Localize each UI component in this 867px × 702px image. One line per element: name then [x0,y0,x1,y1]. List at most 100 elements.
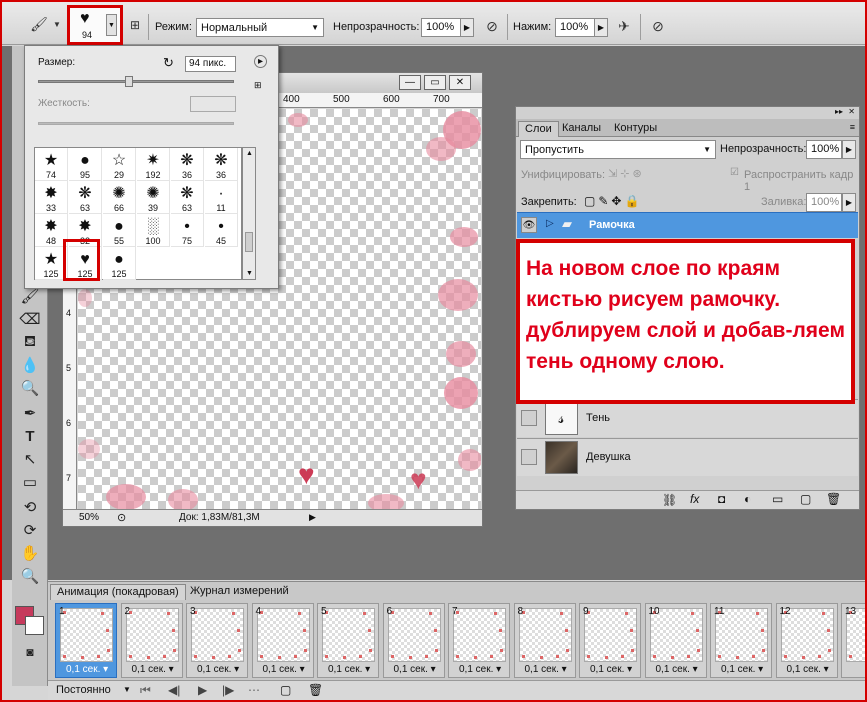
animation-frame[interactable]: 1 0,1 сек. ▾ [55,603,117,678]
opacity-input[interactable]: 100% [421,18,461,37]
dodge-icon[interactable]: 🔍 [18,378,42,398]
brush-preset[interactable]: ● 125 [103,247,136,280]
fill-input[interactable]: 100% [806,193,842,212]
group-expand-icon[interactable]: ▷ [546,218,554,229]
animation-frame[interactable]: 7 0,1 сек. ▾ [448,603,510,678]
brush-preset[interactable]: ● 55 [103,214,136,247]
mode-select[interactable]: Нормальный ▼ [196,18,324,37]
new-layer-icon[interactable]: ▢ [800,492,811,506]
paint-bucket-icon[interactable]: ⛾ [18,332,42,352]
frame-delay[interactable]: 0,1 сек. ▾ [66,664,108,675]
hardness-slider[interactable] [38,122,234,125]
rectangle-icon[interactable]: ▭ [18,472,42,492]
brush-preset[interactable]: ❋ 63 [171,181,204,214]
fill-arrow-icon[interactable]: ▶ [842,193,856,212]
new-preset-icon[interactable]: ⊞ [254,80,262,91]
pressure-size-icon[interactable]: ⊘ [647,15,669,37]
brush-grid-scrollbar[interactable]: ▲ ▼ [242,147,256,280]
brush-preset[interactable]: ❋ 36 [171,148,204,181]
maximize-icon[interactable]: ▭ [424,75,446,90]
brush-icon[interactable]: 🖌 [18,286,42,306]
unify-icons[interactable]: ⇲ ⊹ ⊛ [608,167,642,180]
brush-preset[interactable]: • 75 [171,214,204,247]
fx-icon[interactable]: fx [690,492,699,506]
chevron-down-icon[interactable]: ▼ [123,685,131,694]
size-input[interactable]: 94 пикс. [185,56,236,72]
tab-channels[interactable]: Каналы [556,121,607,137]
new-group-icon[interactable]: ▭ [772,492,783,506]
frame-delay[interactable]: 0,1 сек. ▾ [721,664,763,675]
layer-row-ten[interactable]: 𝓈 Тень [517,399,858,437]
brush-preset[interactable]: ✺ 39 [137,181,170,214]
next-frame-icon[interactable]: |▶ [222,683,234,697]
link-icon[interactable]: ⛓ [662,493,677,507]
animation-frame[interactable]: 13 [841,603,867,678]
status-arrow-icon[interactable]: ▶ [309,512,316,523]
animation-frame[interactable]: 5 0,1 сек. ▾ [317,603,379,678]
brush-preset[interactable]: ★ 74 [35,148,68,181]
brush-preset[interactable]: ❋ 63 [69,181,102,214]
brush-preset[interactable]: · 11 [205,181,238,214]
minimize-icon[interactable]: — [399,75,421,90]
animation-frame[interactable]: 6 0,1 сек. ▾ [382,603,445,678]
collapse-icon[interactable]: ▸▸ [835,107,843,116]
frame-delay[interactable]: 0,1 сек. ▾ [197,664,239,675]
adjustment-icon[interactable]: ◐ [744,492,751,506]
zoom-icon[interactable]: 🔍 [18,566,42,586]
close-icon[interactable]: ✕ [848,107,855,116]
layer-row-ramochka[interactable]: 👁 ▷ ▰ Рамочка [517,212,858,238]
tab-animation[interactable]: Анимация (покадровая) [50,584,186,600]
brush-preset[interactable]: ❋ 36 [205,148,238,181]
lock-icons[interactable]: ▢✎✥🔒 [584,194,642,208]
tween-icon[interactable]: ⋯ [248,683,260,697]
frame-delay[interactable]: 0,1 сек. ▾ [394,664,436,675]
quick-mask-icon[interactable]: ◙ [18,642,42,662]
frame-delay[interactable]: 0,1 сек. ▾ [132,664,174,675]
eye-icon[interactable] [521,449,537,465]
frame-delay[interactable]: 0,1 сек. ▾ [656,664,698,675]
animation-frame[interactable]: 2 0,1 сек. ▾ [120,603,183,678]
chevron-up-icon[interactable]: ▲ [246,150,253,157]
frame-delay[interactable]: 0,1 сек. ▾ [590,664,632,675]
animation-frame[interactable]: 4 0,1 сек. ▾ [251,603,314,678]
animation-frame[interactable]: 11 0,1 сек. ▾ [710,603,772,678]
opacity-arrow-icon[interactable]: ▶ [460,18,474,37]
frame-delay[interactable]: 0,1 сек. ▾ [328,664,370,675]
tab-paths[interactable]: Контуры [608,121,663,137]
frame-delay[interactable]: 0,1 сек. ▾ [263,664,305,675]
flow-input[interactable]: 100% [555,18,595,37]
frame-delay[interactable]: 0,1 сек. ▾ [525,664,567,675]
blend-mode-select[interactable]: Пропустить ▼ [520,140,716,159]
brush-preset[interactable]: ● 95 [69,148,102,181]
animation-frame[interactable]: 9 0,1 сек. ▾ [579,603,641,678]
duplicate-frame-icon[interactable]: ▢ [280,683,291,697]
brush-preset[interactable]: ✺ 66 [103,181,136,214]
hand-icon[interactable]: ✋ [18,543,42,563]
3d-rotate-icon[interactable]: ⟲ [18,497,42,517]
path-select-icon[interactable]: ↖ [18,449,42,469]
brush-preset[interactable]: ✷ 192 [137,148,170,181]
chevron-down-icon[interactable]: ▼ [106,14,117,36]
first-frame-icon[interactable]: ⏮ [140,683,151,698]
brush-preset-picker[interactable]: ♥ 94 ▼ [67,5,123,45]
scroll-thumb[interactable] [245,232,253,252]
delete-frame-icon[interactable]: 🗑 [308,683,323,697]
eye-icon[interactable]: 👁 [521,217,537,233]
menu-arrow-icon[interactable]: ▸ [254,55,267,68]
flow-arrow-icon[interactable]: ▶ [594,18,608,37]
blur-icon[interactable]: 💧 [18,355,42,375]
layer-opacity-input[interactable]: 100% [806,140,842,159]
zoom-level[interactable]: 50% [79,512,99,523]
airbrush-icon[interactable]: ✈ [613,15,635,37]
panel-menu-icon[interactable]: ≡ [850,122,855,132]
pen-icon[interactable]: ✒ [18,403,42,423]
tab-measurement-log[interactable]: Журнал измерений [184,584,295,600]
animation-frame[interactable]: 10 0,1 сек. ▾ [644,603,707,678]
size-slider[interactable] [38,80,234,83]
prev-frame-icon[interactable]: ◀| [168,683,180,697]
pressure-opacity-icon[interactable]: ⊘ [481,15,503,37]
animation-frame[interactable]: 12 0,1 сек. ▾ [775,603,838,678]
animation-frame[interactable]: 8 0,1 сек. ▾ [513,603,576,678]
eraser-icon[interactable]: ⌫ [18,309,42,329]
3d-orbit-icon[interactable]: ⟳ [18,520,42,540]
